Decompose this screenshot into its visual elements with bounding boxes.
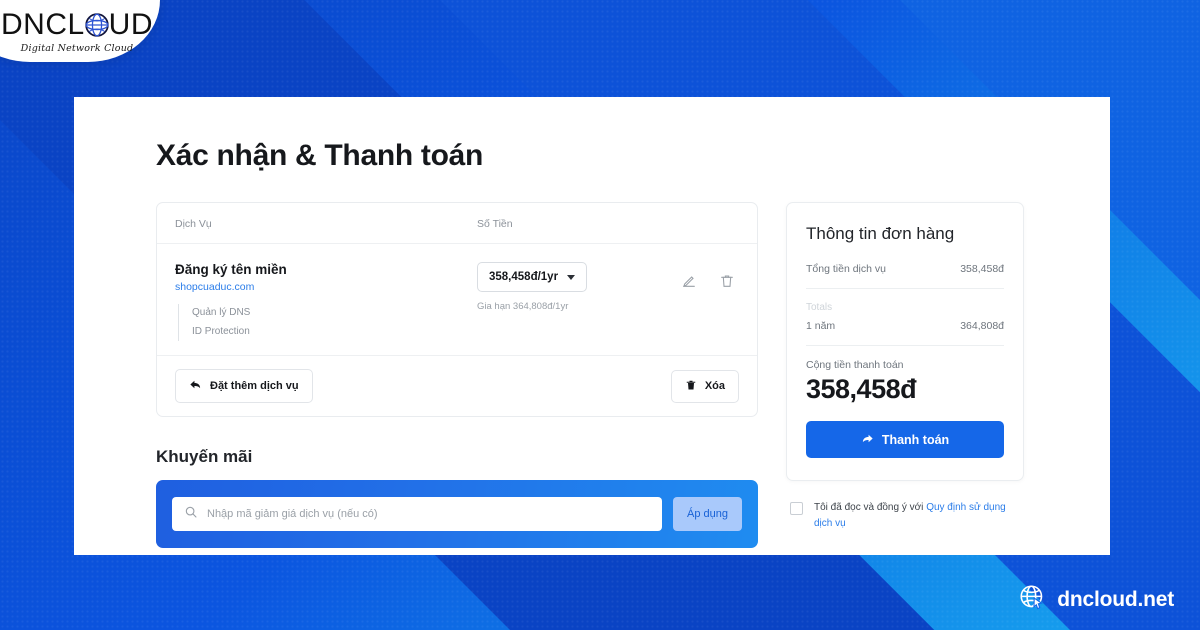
- chevron-down-icon: [567, 274, 576, 280]
- promo-bar: Áp dụng: [156, 480, 758, 548]
- cart-item-feature: ID Protection: [192, 325, 250, 337]
- summary-divider: [806, 345, 1004, 346]
- delete-trash-icon[interactable]: [719, 273, 735, 289]
- footer-domain-text: dncloud.net: [1057, 588, 1174, 611]
- add-service-button[interactable]: Đặt thêm dịch vụ: [175, 369, 313, 403]
- price-term-dropdown[interactable]: 358,458đ/1yr: [477, 262, 588, 292]
- renewal-note: Gia hạn 364,808đ/1yr: [477, 301, 569, 312]
- terms-prefix: Tôi đã đọc và đồng ý với: [814, 502, 927, 513]
- cart-footer-actions: Đặt thêm dịch vụ Xóa: [157, 356, 757, 416]
- promo-section-title: Khuyến mãi: [156, 447, 253, 466]
- summary-totals-label: Totals: [806, 302, 833, 313]
- globe-icon: [84, 12, 110, 38]
- grand-total-value: 358,458đ: [806, 374, 917, 404]
- edit-pencil-icon[interactable]: [681, 273, 697, 289]
- arrow-up-right-icon: [861, 432, 874, 448]
- globe-cursor-icon: [1019, 584, 1046, 616]
- summary-divider: [806, 288, 1004, 289]
- logo-tagline: Digital Network Cloud: [20, 43, 134, 54]
- logo-text-dncl: DNCL: [0, 8, 85, 41]
- add-service-label: Đặt thêm dịch vụ: [210, 380, 299, 392]
- search-icon: [184, 505, 198, 524]
- summary-service-total-value: 358,458đ: [960, 263, 1004, 275]
- cart-item-amount: 358,458đ/1yr Gia hạn 364,808đ/1yr: [477, 262, 739, 341]
- terms-agreement: Tôi đã đọc và đồng ý với Quy định sử dụn…: [790, 500, 1024, 531]
- cart-item-row: Đăng ký tên miền shopcuaduc.com Quản lý …: [157, 244, 757, 356]
- page-title: Xác nhận & Thanh toán: [156, 139, 484, 172]
- cart-item-domain-link[interactable]: shopcuaduc.com: [175, 281, 477, 293]
- cart-header-row: Dịch Vụ Số Tiền: [157, 203, 757, 244]
- cart-item-features: Quản lý DNS ID Protection: [178, 304, 477, 341]
- cart-item-actions: [681, 273, 735, 289]
- order-summary-column: Thông tin đơn hàng Tổng tiền dịch vụ 358…: [786, 202, 1024, 548]
- cart-item-feature: Quản lý DNS: [192, 307, 251, 318]
- footer-brand: dncloud.net: [1019, 584, 1174, 616]
- logo-text-ud: UD: [108, 8, 154, 41]
- column-header-service: Dịch Vụ: [175, 218, 212, 230]
- order-summary-title: Thông tin đơn hàng: [806, 224, 955, 243]
- summary-term-label: 1 năm: [806, 320, 836, 332]
- price-term-value: 358,458đ/1yr: [489, 271, 559, 283]
- checkout-content: Dịch Vụ Số Tiền Đăng ký tên miền shopcua…: [156, 202, 1110, 548]
- trash-icon: [685, 379, 697, 394]
- summary-service-total-label: Tổng tiền dịch vụ: [806, 263, 886, 275]
- cart-item-details: Đăng ký tên miền shopcuaduc.com Quản lý …: [175, 262, 477, 341]
- back-arrow-icon: [189, 378, 202, 394]
- summary-term-row: 1 năm 364,808đ: [806, 320, 1004, 332]
- delete-cart-label: Xóa: [704, 380, 725, 392]
- summary-service-total-row: Tổng tiền dịch vụ 358,458đ: [806, 263, 1004, 275]
- pay-button[interactable]: Thanh toán: [806, 421, 1004, 458]
- terms-text: Tôi đã đọc và đồng ý với Quy định sử dụn…: [814, 500, 1024, 531]
- delete-cart-button[interactable]: Xóa: [670, 369, 739, 403]
- order-summary-card: Thông tin đơn hàng Tổng tiền dịch vụ 358…: [786, 202, 1024, 481]
- logo-wordmark: DNCL UD: [1, 10, 153, 40]
- cart-item-name: Đăng ký tên miền: [175, 262, 287, 277]
- pay-button-label: Thanh toán: [881, 432, 950, 447]
- apply-promo-button[interactable]: Áp dụng: [673, 497, 742, 531]
- checkout-page-panel: Xác nhận & Thanh toán Dịch Vụ Số Tiền Đă…: [74, 97, 1110, 555]
- promo-code-input[interactable]: [207, 508, 651, 520]
- column-header-amount: Số Tiền: [477, 218, 513, 230]
- terms-checkbox[interactable]: [790, 502, 803, 515]
- grand-total-label: Cộng tiền thanh toán: [806, 359, 904, 371]
- cart-column: Dịch Vụ Số Tiền Đăng ký tên miền shopcua…: [156, 202, 758, 548]
- promo-input-wrapper: [172, 497, 663, 531]
- summary-term-value: 364,808đ: [960, 320, 1004, 332]
- cart-card: Dịch Vụ Số Tiền Đăng ký tên miền shopcua…: [156, 202, 758, 417]
